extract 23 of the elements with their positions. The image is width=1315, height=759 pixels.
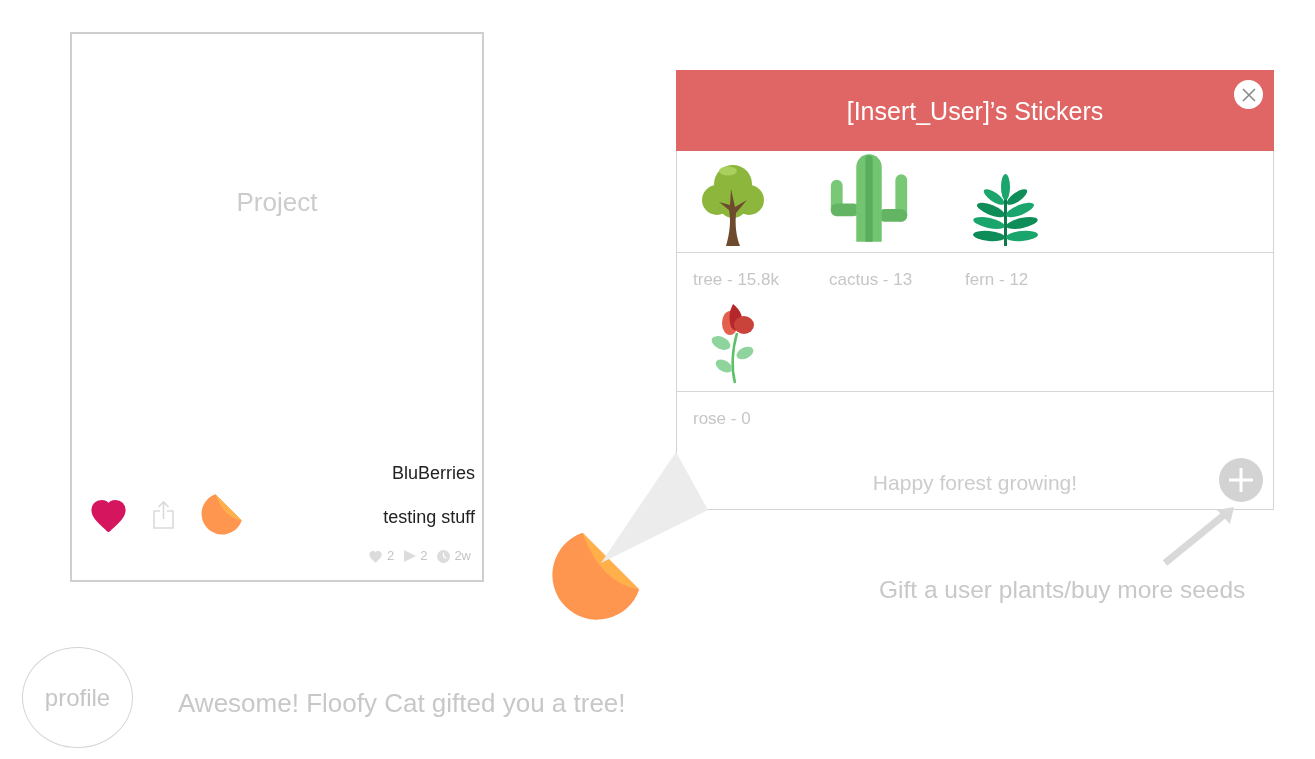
sticker-label: rose - 0 (693, 409, 752, 429)
clock-icon (437, 549, 451, 563)
add-button[interactable] (1219, 458, 1263, 502)
sticker-icon (549, 530, 642, 623)
stat-value: 2w (454, 547, 471, 565)
plus-icon (1228, 467, 1254, 493)
sticker-label: fern - 12 (965, 270, 1030, 290)
heart-icon[interactable] (90, 497, 127, 532)
heart-icon (367, 549, 383, 563)
project-caption: testing stuff (383, 506, 475, 529)
author-name[interactable]: BluBerries (391, 458, 475, 488)
stat-value: 2 (386, 547, 395, 565)
stat-value: 2 (420, 547, 428, 565)
share-icon[interactable] (152, 499, 175, 530)
fern-icon (971, 174, 1039, 246)
close-icon (1241, 87, 1256, 102)
sticker-icon[interactable] (200, 493, 243, 536)
sticker-label: tree - 15.8k (693, 270, 780, 290)
play-icon (404, 550, 417, 562)
sticker-label: cactus - 13 (829, 270, 914, 290)
flower-icon (709, 303, 757, 385)
close-button[interactable] (1234, 80, 1263, 109)
panel-title: [Insert_User]’s Stickers (846, 95, 1104, 126)
